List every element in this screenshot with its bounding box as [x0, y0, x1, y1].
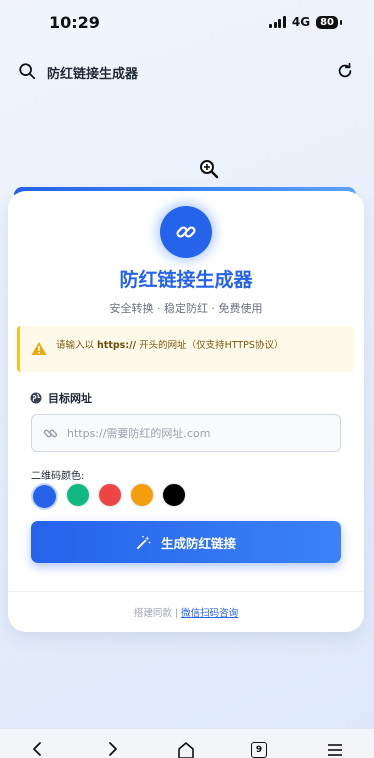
address-bar[interactable]: 防红链接生成器: [0, 50, 374, 94]
generate-button-label: 生成防红链接: [160, 535, 236, 551]
color-swatch[interactable]: [98, 483, 122, 507]
color-swatch[interactable]: [66, 483, 90, 507]
color-swatch[interactable]: [162, 483, 186, 507]
back-icon[interactable]: [29, 740, 47, 758]
wechat-consult-link[interactable]: 微信扫码咨询: [181, 608, 238, 619]
color-swatch[interactable]: [31, 483, 58, 510]
target-url-field[interactable]: [31, 414, 341, 452]
target-url-label: 目标网址: [30, 390, 92, 406]
signal-icon: [269, 16, 286, 28]
https-notice: 请输入以 https:// 开头的网址（仅支持HTTPS协议）: [17, 326, 354, 372]
browser-toolbar: 9: [0, 728, 374, 758]
warning-icon: [31, 342, 47, 355]
generate-button[interactable]: 生成防红链接: [31, 521, 341, 563]
footer-divider: [8, 591, 364, 592]
tab-count: 9: [255, 745, 263, 755]
color-swatch[interactable]: [130, 483, 154, 507]
magic-wand-icon: [136, 535, 151, 549]
home-icon[interactable]: [177, 740, 195, 758]
reload-icon[interactable]: [336, 62, 354, 80]
link-icon: [43, 429, 58, 438]
link-icon: [176, 226, 196, 238]
battery-indicator: 80: [316, 15, 342, 29]
footer: 搭建同款 | 微信扫码咨询: [133, 608, 239, 619]
tabs-icon[interactable]: 9: [251, 742, 267, 758]
qr-color-label: 二维码颜色:: [31, 471, 85, 482]
status-time: 10:29: [49, 13, 100, 32]
zoom-cursor-icon: [200, 160, 219, 179]
address-text[interactable]: 防红链接生成器: [47, 63, 138, 82]
status-indicators: 4G 80: [269, 15, 342, 29]
qr-color-swatches: [31, 483, 186, 510]
forward-icon[interactable]: [103, 740, 121, 758]
menu-icon[interactable]: [326, 740, 344, 758]
network-type: 4G: [291, 15, 311, 29]
notice-text: 请输入以 https:// 开头的网址（仅支持HTTPS协议）: [56, 340, 284, 351]
logo: [160, 206, 212, 258]
target-url-input[interactable]: [67, 415, 332, 451]
notice-highlight: https://: [97, 340, 137, 351]
page-title: 防红链接生成器: [119, 269, 253, 291]
globe-icon: [30, 392, 42, 404]
page-subtitle: 安全转换 · 稳定防红 · 免费使用: [109, 302, 263, 315]
search-icon[interactable]: [18, 62, 36, 80]
status-bar: 10:29 4G 80: [0, 0, 374, 48]
generator-card: 防红链接生成器 安全转换 · 稳定防红 · 免费使用 请输入以 https://…: [8, 191, 364, 632]
